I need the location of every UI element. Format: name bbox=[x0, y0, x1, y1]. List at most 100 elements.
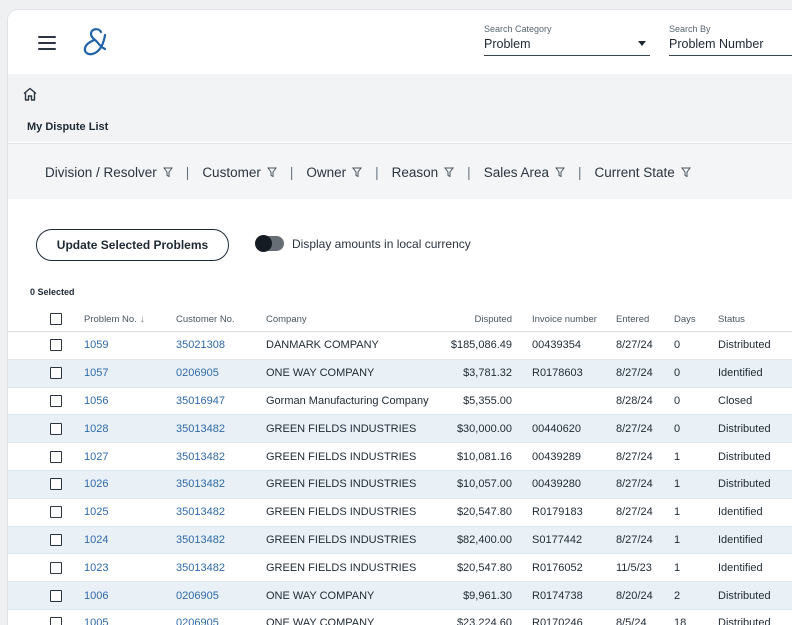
select-all-checkbox[interactable] bbox=[50, 313, 62, 325]
page-title: My Dispute List bbox=[27, 121, 109, 133]
invoice-number-cell: R0170246 bbox=[520, 609, 616, 625]
problem-no-link[interactable]: 1023 bbox=[84, 562, 108, 574]
problem-no-link[interactable]: 1028 bbox=[84, 423, 108, 435]
filter-sales-area[interactable]: Sales Area bbox=[484, 165, 565, 180]
column-header-company[interactable]: Company bbox=[266, 307, 442, 332]
row-checkbox[interactable] bbox=[50, 617, 62, 625]
row-checkbox[interactable] bbox=[50, 367, 62, 380]
column-header-disputed[interactable]: Disputed bbox=[442, 307, 520, 332]
invoice-number-cell: R0174738 bbox=[520, 581, 616, 610]
table-row[interactable]: 1006 0206905 ONE WAY COMPANY $9,961.30 R0174… bbox=[8, 581, 792, 610]
customer-no-link[interactable]: 35013482 bbox=[176, 478, 225, 490]
column-header-days[interactable]: Days bbox=[674, 307, 718, 332]
company-cell: GREEN FIELDS INDUSTRIES bbox=[266, 526, 442, 555]
table-row[interactable]: 1005 0206905 ONE WAY COMPANY $23,224.60 R017… bbox=[8, 609, 792, 625]
filter-division-resolver[interactable]: Division / Resolver bbox=[45, 165, 173, 180]
filter-label: Customer bbox=[202, 164, 261, 180]
company-cell: ONE WAY COMPANY bbox=[266, 359, 442, 388]
filter-current-state[interactable]: Current State bbox=[595, 165, 691, 180]
table-row[interactable]: 1026 35013482 GREEN FIELDS INDUSTRIES $10,0… bbox=[8, 470, 792, 499]
column-header-entered[interactable]: Entered bbox=[616, 307, 674, 332]
column-header-customer-no[interactable]: Customer No. bbox=[176, 307, 266, 332]
disputed-cell: $185,086.49 bbox=[442, 331, 520, 360]
disputed-cell: $20,547.80 bbox=[442, 498, 520, 527]
table-row[interactable]: 1059 35021308 DANMARK COMPANY $185,086.49 00… bbox=[8, 331, 792, 360]
filter-icon[interactable] bbox=[444, 167, 455, 178]
search-by-select[interactable]: Search By Problem Number bbox=[669, 24, 792, 56]
table-row[interactable]: 1024 35013482 GREEN FIELDS INDUSTRIES $82,4… bbox=[8, 526, 792, 555]
customer-no-link[interactable]: 35013482 bbox=[176, 423, 225, 435]
status-cell: Identified bbox=[718, 553, 792, 583]
row-checkbox[interactable] bbox=[50, 589, 62, 602]
menu-icon[interactable] bbox=[38, 36, 56, 50]
customer-no-link[interactable]: 0206905 bbox=[176, 367, 219, 379]
company-cell: ONE WAY COMPANY bbox=[266, 609, 442, 625]
filter-icon[interactable] bbox=[680, 167, 691, 178]
table-row[interactable]: 1057 0206905 ONE WAY COMPANY $3,781.32 R0178… bbox=[8, 359, 792, 388]
row-checkbox[interactable] bbox=[50, 506, 62, 519]
problem-no-link[interactable]: 1056 bbox=[84, 395, 108, 407]
column-header-invoice-number[interactable]: Invoice number bbox=[520, 307, 616, 332]
status-cell: Distributed bbox=[718, 442, 792, 471]
customer-no-link[interactable]: 0206905 bbox=[176, 590, 219, 602]
breadcrumb: My Dispute List bbox=[8, 74, 792, 142]
company-cell: GREEN FIELDS INDUSTRIES bbox=[266, 498, 442, 527]
row-checkbox[interactable] bbox=[50, 450, 62, 463]
problem-no-link[interactable]: 1006 bbox=[84, 590, 108, 602]
table-row[interactable]: 1056 35016947 Gorman Manufacturing Company… bbox=[8, 387, 792, 416]
home-icon[interactable] bbox=[22, 86, 38, 102]
row-checkbox[interactable] bbox=[50, 478, 62, 491]
filter-icon[interactable] bbox=[554, 167, 565, 178]
problem-no-link[interactable]: 1024 bbox=[84, 534, 108, 546]
table-row[interactable]: 1028 35013482 GREEN FIELDS INDUSTRIES $30,0… bbox=[8, 414, 792, 444]
customer-no-link[interactable]: 35013482 bbox=[176, 534, 225, 546]
column-header-problem-no[interactable]: Problem No. ↓ bbox=[84, 307, 176, 332]
customer-no-link[interactable]: 35021308 bbox=[176, 339, 225, 351]
problem-no-link[interactable]: 1005 bbox=[84, 617, 108, 625]
days-cell: 0 bbox=[674, 359, 718, 388]
entered-cell: 8/20/24 bbox=[616, 581, 674, 610]
search-category-value: Problem bbox=[484, 37, 531, 51]
row-checkbox[interactable] bbox=[50, 339, 62, 352]
column-header-status[interactable]: Status bbox=[718, 307, 792, 332]
entered-cell: 8/27/24 bbox=[616, 498, 674, 527]
status-cell: Closed bbox=[718, 387, 792, 416]
filter-divider: | bbox=[289, 164, 294, 180]
customer-no-link[interactable]: 35016947 bbox=[176, 395, 225, 407]
table-row[interactable]: 1027 35013482 GREEN FIELDS INDUSTRIES $10,0… bbox=[8, 442, 792, 471]
row-checkbox[interactable] bbox=[50, 395, 62, 408]
ampersand-logo[interactable] bbox=[80, 26, 110, 60]
problem-no-link[interactable]: 1059 bbox=[84, 339, 108, 351]
days-cell: 0 bbox=[674, 331, 718, 360]
filter-label: Current State bbox=[594, 164, 675, 180]
problem-no-link[interactable]: 1057 bbox=[84, 367, 108, 379]
customer-no-link[interactable]: 35013482 bbox=[176, 451, 225, 463]
customer-no-link[interactable]: 35013482 bbox=[176, 562, 225, 574]
filter-icon[interactable] bbox=[352, 167, 363, 178]
filter-icon[interactable] bbox=[266, 167, 277, 178]
local-currency-toggle[interactable] bbox=[255, 235, 284, 252]
disputed-cell: $10,081.16 bbox=[442, 442, 520, 471]
row-checkbox[interactable] bbox=[50, 422, 62, 435]
disputed-cell: $82,400.00 bbox=[442, 526, 520, 555]
filter-label: Division / Resolver bbox=[45, 164, 157, 180]
problem-no-link[interactable]: 1025 bbox=[84, 506, 108, 518]
update-selected-button[interactable]: Update Selected Problems bbox=[36, 229, 229, 261]
filter-owner[interactable]: Owner bbox=[306, 165, 363, 180]
filter-icon[interactable] bbox=[162, 167, 173, 178]
customer-no-link[interactable]: 35013482 bbox=[176, 506, 225, 518]
table-row[interactable]: 1023 35013482 GREEN FIELDS INDUSTRIES $20,5… bbox=[8, 553, 792, 583]
row-checkbox[interactable] bbox=[50, 534, 62, 547]
filter-customer[interactable]: Customer bbox=[202, 165, 277, 180]
sort-arrow-icon[interactable]: ↓ bbox=[140, 314, 145, 325]
status-cell: Distributed bbox=[718, 581, 792, 610]
search-category-select[interactable]: Search Category Problem bbox=[484, 24, 650, 56]
filter-reason[interactable]: Reason bbox=[392, 165, 455, 180]
disputed-cell: $5,355.00 bbox=[442, 387, 520, 416]
problem-no-link[interactable]: 1026 bbox=[84, 478, 108, 490]
problem-no-link[interactable]: 1027 bbox=[84, 451, 108, 463]
table-row[interactable]: 1025 35013482 GREEN FIELDS INDUSTRIES $20,5… bbox=[8, 498, 792, 527]
row-checkbox[interactable] bbox=[50, 561, 62, 574]
customer-no-link[interactable]: 0206905 bbox=[176, 617, 219, 625]
days-cell: 0 bbox=[674, 414, 718, 444]
